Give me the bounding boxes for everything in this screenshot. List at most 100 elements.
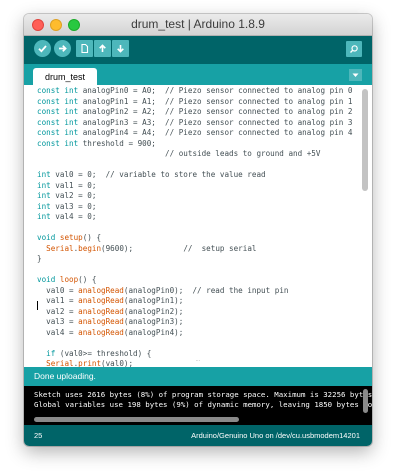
code-line: const int threshold = 900; xyxy=(37,139,352,150)
code-token: analogPin1 = A1; // Piezo sensor connect… xyxy=(78,96,353,106)
open-button[interactable] xyxy=(94,40,111,57)
code-line: val0 = analogRead(analogPin0); // read t… xyxy=(37,286,352,297)
code-token: const int xyxy=(37,117,79,127)
code-token: Serial xyxy=(46,243,74,253)
code-token: (analogPin3); xyxy=(123,317,184,326)
code-token: val3 = xyxy=(37,317,79,326)
arrow-down-icon xyxy=(117,45,124,53)
code-line: val1 = analogRead(analogPin1); xyxy=(37,296,352,307)
code-token: analogRead xyxy=(78,296,124,305)
code-token: val1 = xyxy=(37,296,79,305)
text-cursor xyxy=(37,301,38,310)
code-token: val3 = 0; xyxy=(50,201,97,211)
code-line: const int analogPin4 = A4; // Piezo sens… xyxy=(37,128,352,139)
code-line: int val0 = 0; // variable to store the v… xyxy=(37,170,352,181)
code-token: // outside leads to ground and +5V xyxy=(37,149,321,158)
code-token: val4 = xyxy=(37,327,79,337)
code-token: analogRead xyxy=(78,317,124,326)
code-token: analogRead xyxy=(78,285,124,295)
code-token: val2 = 0; xyxy=(50,191,97,200)
tab-drum-test[interactable]: drum_test xyxy=(33,68,98,85)
code-token: () { xyxy=(82,233,102,242)
code-token: (analogPin4); xyxy=(123,327,184,337)
code-token: int xyxy=(37,191,51,200)
tab-menu-button[interactable] xyxy=(349,69,362,81)
code-token: setup xyxy=(59,233,83,242)
code-token: const int xyxy=(37,107,79,116)
code-line: const int analogPin1 = A1; // Piezo sens… xyxy=(37,97,352,108)
code-token: analogPin2 = A2; // Piezo sensor connect… xyxy=(78,107,353,116)
status-bar: Done uploading. xyxy=(24,367,372,386)
arrow-up-icon xyxy=(99,44,106,52)
code-line: void loop() { xyxy=(37,275,352,286)
checkmark-icon xyxy=(38,45,47,53)
new-file-icon xyxy=(81,43,89,54)
chevron-down-icon xyxy=(352,73,359,77)
footer-bar: 25 Arduino/Genuino Uno on /dev/cu.usbmod… xyxy=(24,425,372,446)
code-token: begin xyxy=(78,243,102,253)
editor-resize-handle[interactable]: ⋯ xyxy=(195,359,201,364)
arduino-ide-window: drum_test | Arduino 1.8.9 drum_test cons… xyxy=(24,14,372,446)
code-token: analogPin4 = A4; // Piezo sensor connect… xyxy=(78,128,353,137)
code-line: const int analogPin2 = A2; // Piezo sens… xyxy=(37,107,352,118)
code-token: const int xyxy=(37,128,79,137)
code-line: val3 = analogRead(analogPin3); xyxy=(37,317,352,328)
code-token: void xyxy=(37,275,56,284)
code-line: const int analogPin3 = A3; // Piezo sens… xyxy=(37,118,352,129)
code-token: const int xyxy=(37,96,79,106)
editor-scrollbar[interactable] xyxy=(362,89,368,191)
code-token: val0 = 0; // variable to store the value… xyxy=(50,170,266,179)
console-horizontal-scrollbar[interactable] xyxy=(34,417,239,422)
code-token: analogRead xyxy=(78,327,124,337)
code-token: (val0>= threshold) { xyxy=(55,348,152,358)
code-token: int xyxy=(37,201,51,211)
code-token: void xyxy=(37,233,56,242)
code-line: int val4 = 0; xyxy=(37,212,352,223)
code-token: () { xyxy=(78,275,97,284)
code-token: analogRead xyxy=(78,306,124,316)
code-token: int xyxy=(37,170,51,179)
code-token: (analogPin2); xyxy=(123,306,184,316)
code-token: print xyxy=(78,359,102,367)
window-title: drum_test | Arduino 1.8.9 xyxy=(131,17,265,31)
code-line: int val2 = 0; xyxy=(37,191,352,202)
upload-button[interactable] xyxy=(54,40,71,57)
console-output[interactable]: Sketch uses 2616 bytes (8%) of program s… xyxy=(24,386,372,425)
code-token: analogPin0 = A0; // Piezo sensor connect… xyxy=(78,86,353,95)
code-token: } xyxy=(37,254,42,263)
code-token: int xyxy=(37,180,51,190)
arrow-right-icon xyxy=(59,45,67,52)
new-sketch-button[interactable] xyxy=(76,40,93,57)
serial-monitor-button[interactable] xyxy=(346,41,362,57)
code-token: const int xyxy=(37,86,79,95)
code-line: void setup() { xyxy=(37,233,352,244)
magnifier-icon xyxy=(350,45,358,53)
board-port-info: Arduino/Genuino Uno on /dev/cu.usbmodem1… xyxy=(191,431,360,440)
verify-button[interactable] xyxy=(34,40,51,57)
code-token: threshold = 900; xyxy=(78,138,156,148)
status-message: Done uploading. xyxy=(34,371,96,381)
code-token: val0 = xyxy=(37,285,79,295)
code-lines: const int analogPin0 = A0; // Piezo sens… xyxy=(37,86,352,367)
toolbar xyxy=(24,36,372,64)
code-token: (analogPin0); // read the input pin xyxy=(123,285,289,295)
code-line: } xyxy=(37,254,352,265)
console-vertical-scrollbar[interactable] xyxy=(363,389,368,413)
code-line: int val3 = 0; xyxy=(37,202,352,213)
code-token: int xyxy=(37,212,51,221)
code-token: if xyxy=(46,348,56,358)
code-token: val4 = 0; xyxy=(50,212,97,221)
code-editor[interactable]: const int analogPin0 = A0; // Piezo sens… xyxy=(24,85,372,367)
code-line: val2 = analogRead(analogPin2); xyxy=(37,307,352,318)
save-button[interactable] xyxy=(112,40,129,57)
code-token: val1 = 0; xyxy=(50,180,97,190)
code-token: loop xyxy=(59,275,79,284)
code-line: val4 = analogRead(analogPin4); xyxy=(37,328,352,339)
console-line: Global variables use 198 bytes (9%) of d… xyxy=(34,400,372,409)
